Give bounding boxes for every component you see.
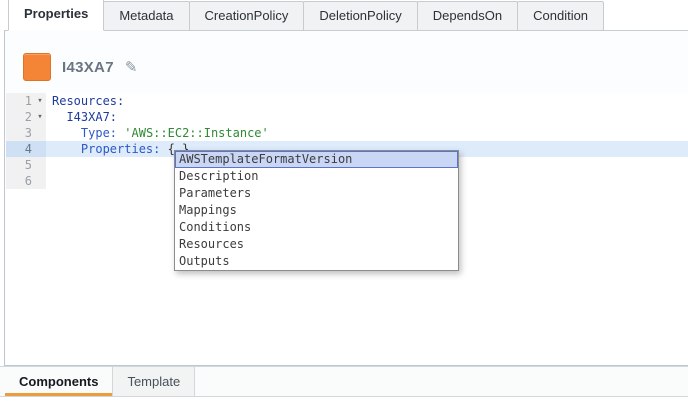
autocomplete-item[interactable]: Mappings bbox=[175, 202, 458, 219]
line-number: 4 bbox=[6, 141, 34, 157]
tab-template[interactable]: Template bbox=[112, 367, 195, 396]
autocomplete-item[interactable]: Outputs bbox=[175, 253, 458, 270]
fold-spacer bbox=[34, 141, 46, 157]
autocomplete-item[interactable]: Parameters bbox=[175, 185, 458, 202]
resource-tab-bar: Properties Metadata CreationPolicy Delet… bbox=[0, 0, 688, 31]
fold-spacer bbox=[34, 173, 46, 189]
code-line[interactable]: 1 ▾ Resources: bbox=[6, 93, 688, 109]
indent-token bbox=[52, 126, 81, 140]
fold-arrow-icon[interactable]: ▾ bbox=[34, 109, 46, 125]
line-number: 3 bbox=[6, 125, 34, 141]
line-number: 6 bbox=[6, 173, 34, 189]
tab-creationpolicy[interactable]: CreationPolicy bbox=[189, 1, 305, 31]
ec2-instance-icon[interactable] bbox=[23, 53, 51, 81]
indent-token bbox=[52, 142, 81, 156]
code-line[interactable]: 2 ▾ I43XA7: bbox=[6, 109, 688, 125]
tab-condition[interactable]: Condition bbox=[517, 1, 604, 31]
autocomplete-item[interactable]: Description bbox=[175, 168, 458, 185]
tab-deletionpolicy[interactable]: DeletionPolicy bbox=[303, 1, 417, 31]
tab-components[interactable]: Components bbox=[5, 367, 112, 396]
resource-header: I43XA7 ✎ bbox=[23, 52, 137, 82]
fold-spacer bbox=[34, 125, 46, 141]
code-line[interactable]: 3 Type: 'AWS::EC2::Instance' bbox=[6, 125, 688, 141]
autocomplete-item-selected[interactable]: AWSTemplateFormatVersion bbox=[175, 151, 458, 168]
pencil-icon[interactable]: ✎ bbox=[125, 58, 138, 76]
autocomplete-item[interactable]: Conditions bbox=[175, 219, 458, 236]
tab-dependson[interactable]: DependsOn bbox=[417, 1, 518, 31]
yaml-key-token: Type: bbox=[81, 126, 124, 140]
fold-arrow-icon[interactable]: ▾ bbox=[34, 93, 46, 109]
resource-id-label: I43XA7 bbox=[62, 59, 114, 76]
yaml-key-token: Resources: bbox=[52, 94, 124, 108]
line-number: 1 bbox=[6, 93, 34, 109]
cloudformation-designer: Properties Metadata CreationPolicy Delet… bbox=[0, 0, 688, 407]
tab-metadata[interactable]: Metadata bbox=[103, 1, 189, 31]
yaml-key-token: I43XA7: bbox=[52, 110, 117, 124]
line-number: 5 bbox=[6, 157, 34, 173]
tab-properties[interactable]: Properties bbox=[8, 0, 104, 31]
autocomplete-item[interactable]: Resources bbox=[175, 236, 458, 253]
bottom-tab-bar: Components Template bbox=[0, 366, 688, 397]
autocomplete-popup: AWSTemplateFormatVersion Description Par… bbox=[174, 150, 459, 271]
yaml-key-token: Properties: bbox=[81, 142, 168, 156]
fold-spacer bbox=[34, 157, 46, 173]
yaml-string-token: 'AWS::EC2::Instance' bbox=[124, 126, 269, 140]
line-number: 2 bbox=[6, 109, 34, 125]
